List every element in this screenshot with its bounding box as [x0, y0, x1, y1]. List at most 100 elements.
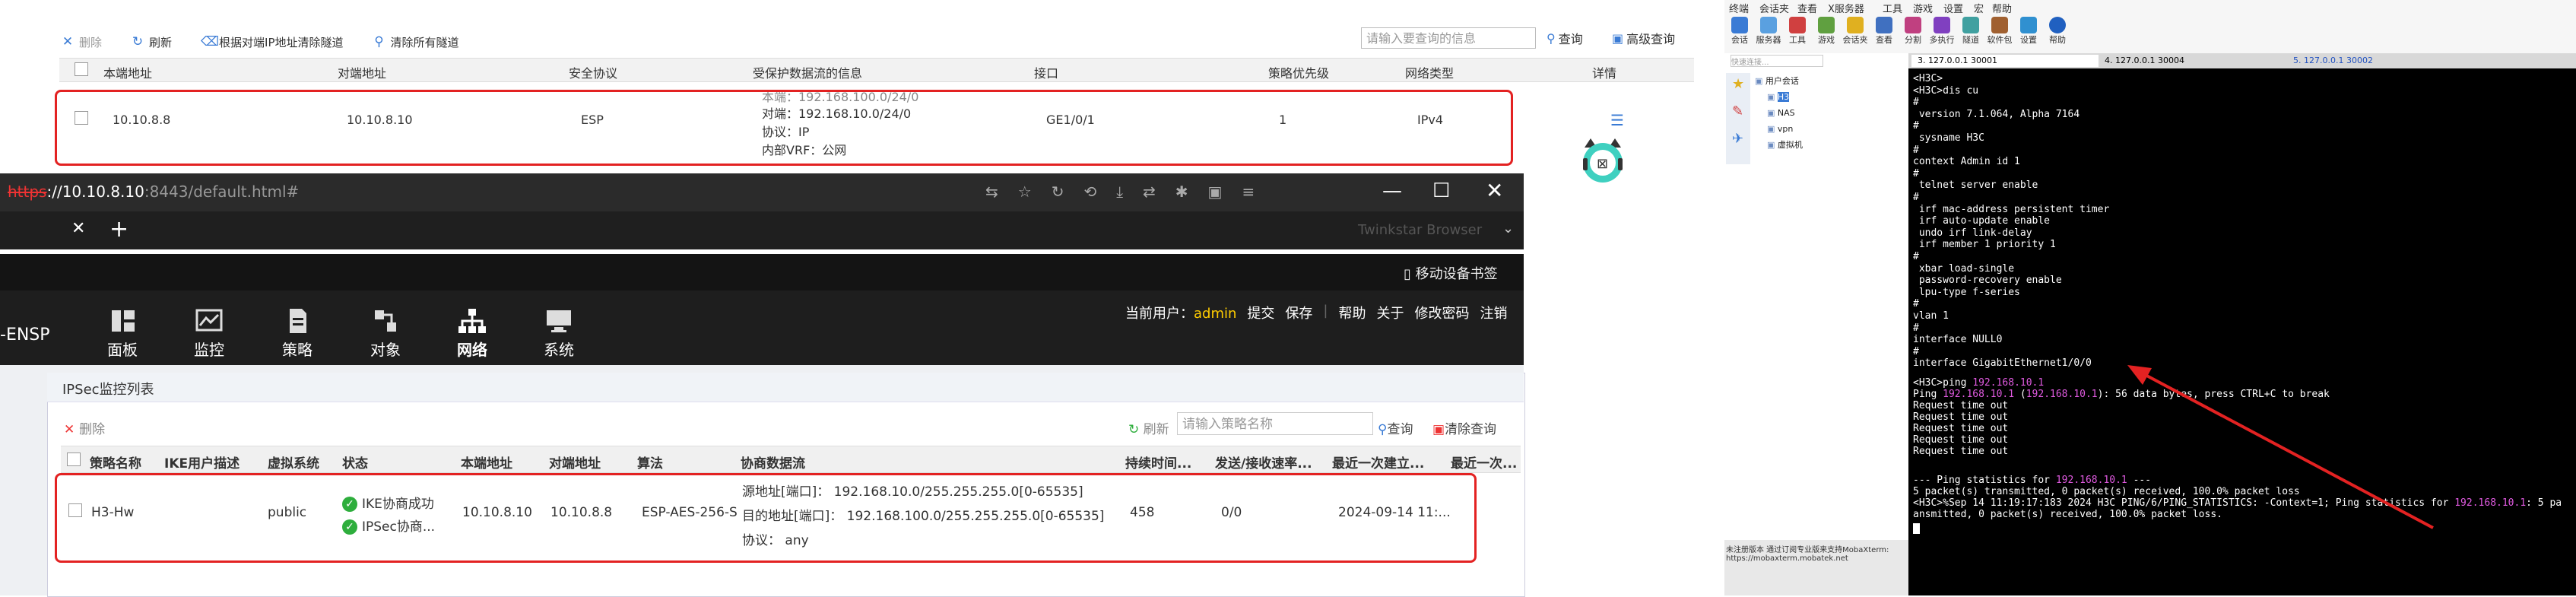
nav-network[interactable]: 网络: [438, 307, 506, 360]
select-all-checkbox[interactable]: [75, 62, 88, 76]
col-status[interactable]: 状态: [342, 453, 368, 472]
terminal-line: #: [1913, 345, 1919, 357]
folder-icon: ▣: [1767, 140, 1778, 150]
tunnel-button[interactable]: 隧道: [1957, 17, 1984, 46]
nav-object[interactable]: 对象: [351, 307, 420, 360]
star-icon[interactable]: ★: [1732, 76, 1744, 92]
help-link[interactable]: 帮助: [1338, 303, 1366, 322]
clear-all-button[interactable]: ⚲ 清除所有隧道: [373, 34, 458, 50]
close-tab-icon[interactable]: ✕: [71, 219, 85, 238]
policy-search-input[interactable]: 请输入策略名称: [1177, 412, 1373, 435]
col-duration[interactable]: 持续时间...: [1125, 453, 1191, 472]
col-ike-desc[interactable]: IKE用户描述: [164, 453, 240, 472]
sessions-button[interactable]: 会话夹: [1842, 17, 1869, 46]
address-bar[interactable]: https://10.10.8.10:8443/default.html# ⇆☆…: [0, 173, 1524, 211]
session-button[interactable]: 会话: [1726, 17, 1753, 46]
submit-link[interactable]: 提交: [1247, 303, 1274, 322]
broom-icon: ⚲: [374, 34, 384, 49]
ping-command: <H3C>ping 192.168.10.1: [1913, 377, 2045, 389]
folder-icon: ▣: [1755, 76, 1765, 86]
clear-query-button[interactable]: ▣清除查询: [1432, 418, 1496, 437]
tree-root[interactable]: ▣ 用户会话: [1755, 73, 1803, 89]
terminal-line: context Admin id 1: [1913, 156, 2020, 168]
detail-icon[interactable]: ☰: [1610, 111, 1624, 129]
terminal-line: irf member 1 priority 1: [1913, 239, 2056, 251]
clear-icon: ⌫: [201, 34, 220, 49]
servers-button[interactable]: 服务器: [1755, 17, 1782, 46]
star-icon: [1847, 17, 1864, 33]
quick-connect-input[interactable]: 快速连接...: [1731, 55, 1823, 67]
tree-item-vm[interactable]: ▣ 虚拟机: [1755, 137, 1803, 153]
terminal-tab-4[interactable]: 4. 127.0.0.1 30004: [2099, 55, 2286, 67]
packages-button[interactable]: 软件包: [1986, 17, 2013, 46]
terminal-line: xbar load-single: [1913, 262, 2015, 275]
col-flow[interactable]: 协商数据流: [741, 453, 805, 472]
terminal-line: version 7.1.064, Alpha 7164: [1913, 108, 2080, 120]
ipsec-table-header: 策略名称 IKE用户描述 虚拟系统 状态 本端地址 对端地址 算法 协商数据流 …: [61, 446, 1521, 473]
tab-menu-chevron-icon[interactable]: ⌄: [1502, 221, 1514, 237]
col-flow: 受保护数据流的信息: [753, 66, 863, 81]
panel-refresh-button[interactable]: ↻ 刷新: [1128, 418, 1169, 437]
packages-icon: [1991, 17, 2008, 33]
minimize-button[interactable]: —: [1382, 179, 1402, 202]
col-priority: 策略优先级: [1268, 66, 1330, 81]
col-policy-name[interactable]: 策略名称: [90, 453, 141, 472]
delete-button[interactable]: ✕ 删除: [61, 34, 102, 50]
terminal-tab-3[interactable]: 3. 127.0.0.1 30001: [1911, 55, 2099, 67]
tools-button[interactable]: 工具: [1784, 17, 1811, 46]
address-toolbar-icons[interactable]: ⇆☆↻⟲⤓⇄✱▣≡: [985, 183, 1274, 201]
tree-item-h3[interactable]: ▣ H3: [1755, 89, 1803, 105]
view-button[interactable]: 查看: [1870, 17, 1898, 46]
refresh-button[interactable]: ↻ 刷新: [131, 34, 172, 50]
tools-icon[interactable]: ✎: [1732, 103, 1743, 119]
nav-monitor[interactable]: 监控: [175, 307, 243, 360]
terminal-line: #: [1913, 251, 1919, 262]
change-password-link[interactable]: 修改密码: [1414, 303, 1469, 322]
panel-title: IPSec监控列表: [62, 382, 154, 398]
select-all-checkbox[interactable]: [67, 453, 81, 466]
col-last-established[interactable]: 最近一次建立...: [1332, 453, 1424, 472]
menu-bar: 终端 会话夹 查看 X服务器 工具 游戏 设置 宏 帮助: [1724, 0, 2576, 15]
maximize-button[interactable]: ☐: [1432, 179, 1450, 202]
close-window-button[interactable]: ✕: [1486, 178, 1503, 203]
col-protocol: 安全协议: [569, 66, 618, 81]
logout-link[interactable]: 注销: [1480, 303, 1507, 322]
advanced-query-button[interactable]: ▣ 高级查询: [1612, 29, 1675, 47]
col-peer[interactable]: 对端地址: [549, 453, 601, 472]
multiexec-button[interactable]: 多执行: [1928, 17, 1956, 46]
col-algo[interactable]: 算法: [637, 453, 663, 472]
query-button[interactable]: ⚲ 查询: [1547, 29, 1583, 47]
terminal-line: #: [1913, 322, 1919, 334]
save-link[interactable]: 保存: [1285, 303, 1312, 322]
panel-delete-button[interactable]: ✕ 删除: [64, 418, 105, 437]
help-button[interactable]: 帮助: [2044, 17, 2071, 46]
split-button[interactable]: 分割: [1899, 17, 1927, 46]
session-icon: [1731, 17, 1748, 33]
col-last[interactable]: 最近一次...: [1451, 453, 1517, 472]
settings-button[interactable]: 设置: [2015, 17, 2042, 46]
clear-by-peer-button[interactable]: ⌫ 根据对端IP地址清除隧道: [201, 34, 343, 50]
nav-dashboard[interactable]: 面板: [88, 307, 157, 360]
bookmark-bar: ▯ 移动设备书签: [0, 254, 1524, 291]
games-button[interactable]: 游戏: [1813, 17, 1840, 46]
tree-item-nas[interactable]: ▣ NAS: [1755, 105, 1803, 121]
col-vsys[interactable]: 虚拟系统: [268, 453, 319, 472]
mobile-bookmarks[interactable]: ▯ 移动设备书签: [1404, 263, 1498, 283]
tree-item-vpn[interactable]: ▣ vpn: [1755, 121, 1803, 137]
terminal-line: password-recovery enable: [1913, 275, 2062, 287]
col-rate[interactable]: 发送/接收速率...: [1215, 453, 1312, 472]
search-icon: ⚲: [1547, 30, 1556, 46]
about-link[interactable]: 关于: [1376, 303, 1404, 322]
new-tab-button[interactable]: +: [109, 216, 128, 243]
col-local[interactable]: 本端地址: [461, 453, 512, 472]
panel-query-button[interactable]: ⚲查询: [1378, 418, 1413, 437]
clear-query-icon: ▣: [1432, 422, 1445, 437]
split-icon: [1905, 17, 1921, 33]
nav-system[interactable]: 系统: [525, 307, 593, 360]
terminal-tab-5[interactable]: 5. 127.0.0.1 30002: [2287, 55, 2474, 67]
search-input[interactable]: 请输入要查询的信息: [1361, 27, 1536, 49]
nav-policy[interactable]: 策略: [263, 307, 332, 360]
macro-icon[interactable]: ✈: [1732, 131, 1743, 147]
annotation-arrow: [2127, 365, 2434, 529]
monitor-icon: [195, 309, 223, 332]
